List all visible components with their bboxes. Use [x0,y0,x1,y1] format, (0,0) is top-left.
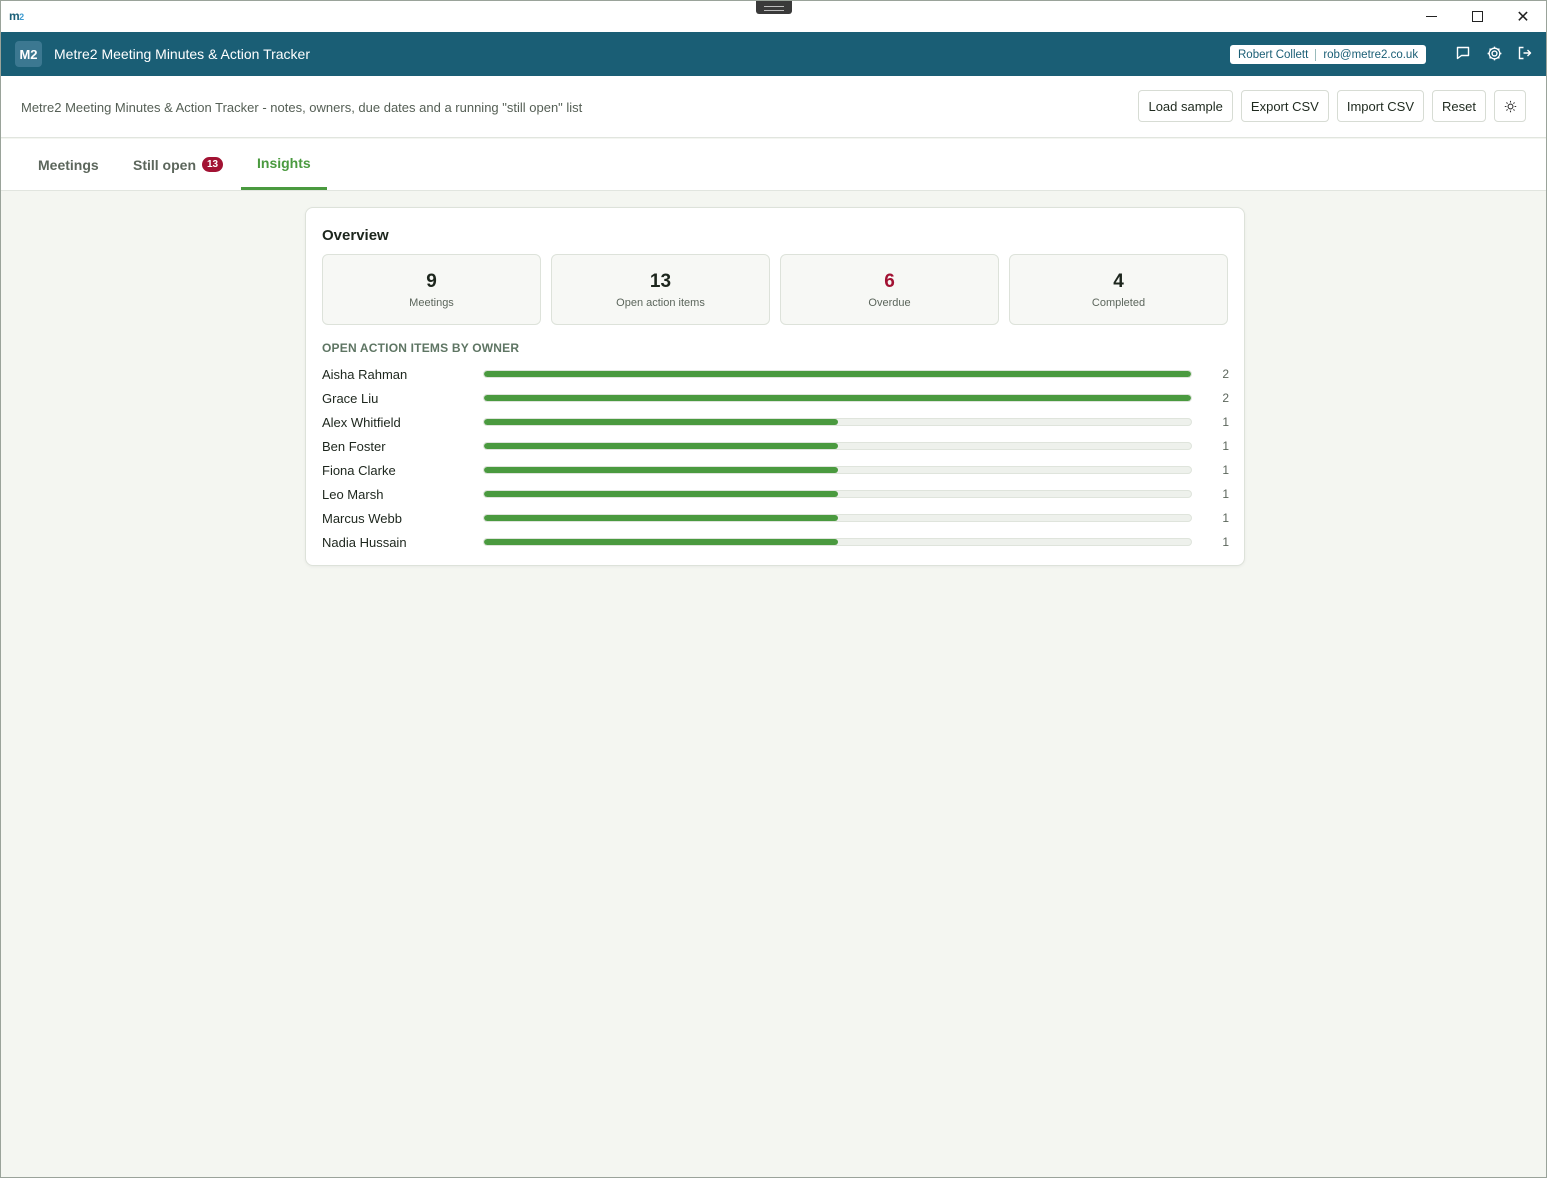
tab-meetings-label: Meetings [38,156,99,173]
owner-bar-fill [484,515,838,521]
owner-row: Alex Whitfield 1 [322,410,1229,434]
owner-bar-fill [484,467,838,473]
drag-handle[interactable] [756,1,792,14]
close-button[interactable]: ✕ [1500,1,1546,32]
app-logo: M2 [15,41,42,67]
owner-name: Grace Liu [322,390,379,406]
owner-bar-fill [484,419,838,425]
app-icon-main: m [9,9,20,23]
owner-list: Aisha Rahman 2 Grace Liu 2 Alex Whitfiel… [322,362,1229,554]
owner-bar-track [483,394,1192,402]
owner-name: Ben Foster [322,438,386,454]
owner-count: 1 [1222,535,1229,549]
owner-row: Aisha Rahman 2 [322,362,1229,386]
owner-bar-track [483,490,1192,498]
settings-icon[interactable] [1485,44,1503,62]
tab-insights-label: Insights [257,155,311,171]
owner-row: Marcus Webb 1 [322,506,1229,530]
stat-meetings: 9 Meetings [322,254,541,325]
theme-toggle-button[interactable] [1494,90,1526,122]
stat-value: 13 [649,271,672,292]
owner-count: 1 [1222,511,1229,525]
maximize-button[interactable] [1454,1,1500,32]
owner-name: Nadia Hussain [322,534,407,550]
owner-bar-fill [484,371,1191,377]
owner-bar-fill [484,443,838,449]
toolbar-buttons: Load sample Export CSV Import CSV Reset [1138,90,1526,122]
toolbar: Metre2 Meeting Minutes & Action Tracker … [1,76,1546,138]
tab-meetings[interactable]: Meetings [22,139,115,190]
export-csv-button[interactable]: Export CSV [1240,90,1329,122]
owner-count: 2 [1222,391,1229,405]
owner-bar-fill [484,395,1191,401]
owner-bar-track [483,370,1192,378]
user-email: rob@metre2.co.uk [1323,48,1419,61]
tab-insights[interactable]: Insights [241,139,327,190]
app-icon: m2 [9,9,24,23]
still-open-count-badge: 13 [202,157,224,172]
stat-overdue: 6 Overdue [780,254,999,325]
tab-still-open[interactable]: Still open 13 [117,139,239,190]
stat-label: Meetings [409,297,454,309]
owner-name: Fiona Clarke [322,462,396,478]
minimize-icon [1425,16,1437,17]
chat-icon[interactable] [1454,44,1472,62]
reset-button[interactable]: Reset [1432,90,1486,122]
stat-open-action-items: 13 Open action items [551,254,770,325]
stats-row: 9 Meetings 13 Open action items 6 Overdu… [322,254,1228,325]
window-controls: ✕ [1408,1,1546,32]
owners-section-title: OPEN ACTION ITEMS BY OWNER [322,341,520,355]
user-badge-divider [1315,48,1317,61]
owner-name: Leo Marsh [322,486,384,502]
owner-name: Marcus Webb [322,510,402,526]
app-header: M2 Metre2 Meeting Minutes & Action Track… [1,32,1546,76]
header-actions [1454,44,1534,62]
owner-row: Ben Foster 1 [322,434,1229,458]
stat-value: 9 [426,271,437,292]
stat-value: 4 [1113,271,1124,292]
maximize-icon [1471,11,1483,22]
stat-label: Completed [1091,297,1146,309]
owner-bar-track [483,442,1192,450]
page-subtitle: Metre2 Meeting Minutes & Action Tracker … [21,100,583,115]
owner-bar-track [483,418,1192,426]
os-title-bar[interactable]: m2 ✕ [1,1,1546,32]
close-icon: ✕ [1516,7,1530,26]
owner-name: Alex Whitfield [322,414,401,430]
user-badge[interactable]: Robert Collett rob@metre2.co.uk [1230,45,1427,64]
owner-row: Leo Marsh 1 [322,482,1229,506]
overview-card: Overview 9 Meetings 13 Open action items… [305,207,1245,566]
app-window: m2 ✕ M2 Metre2 Meeting Minutes & Action … [0,0,1547,1178]
overview-title: Overview [322,227,389,244]
owner-count: 1 [1222,415,1229,429]
owner-count: 2 [1222,367,1229,381]
import-csv-button[interactable]: Import CSV [1336,90,1425,122]
stat-label: Overdue [868,297,911,309]
minimize-button[interactable] [1408,1,1454,32]
stat-completed: 4 Completed [1009,254,1228,325]
owner-bar-track [483,466,1192,474]
owner-bar-fill [484,491,838,497]
app-title: Metre2 Meeting Minutes & Action Tracker [54,46,310,62]
stat-label: Open action items [616,297,705,309]
owner-row: Grace Liu 2 [322,386,1229,410]
owner-count: 1 [1222,463,1229,477]
owner-bar-track [483,538,1192,546]
stat-value: 6 [884,271,895,292]
owner-row: Fiona Clarke 1 [322,458,1229,482]
owner-count: 1 [1222,487,1229,501]
owner-name: Aisha Rahman [322,366,408,382]
owner-row: Nadia Hussain 1 [322,530,1229,554]
sun-icon [1504,100,1516,112]
owner-bar-track [483,514,1192,522]
logout-icon[interactable] [1516,44,1534,62]
owner-count: 1 [1222,439,1229,453]
user-name: Robert Collett [1238,48,1309,61]
app-icon-sup: 2 [19,12,24,22]
load-sample-button[interactable]: Load sample [1138,90,1233,122]
tab-bar: Meetings Still open 13 Insights [1,139,1546,191]
tab-still-open-label: Still open [133,156,196,173]
owner-bar-fill [484,539,838,545]
